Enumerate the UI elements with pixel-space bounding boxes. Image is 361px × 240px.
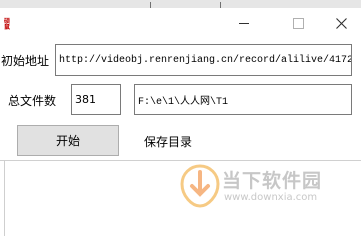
close-icon (336, 17, 347, 29)
save-directory-input[interactable]: F:\e\1\人人网\T1 (134, 84, 352, 115)
minimize-button[interactable] (221, 8, 267, 38)
minimize-icon (239, 22, 249, 24)
start-button[interactable]: 开始 (17, 125, 119, 156)
save-directory-label: 保存目录 (144, 135, 193, 149)
maximize-button[interactable] (275, 8, 321, 38)
app-icon[interactable]: 硕鼠 (2, 19, 12, 31)
watermark-title: 当下软件园 (222, 170, 323, 192)
maximize-icon (292, 17, 304, 29)
watermark-url: www.downxia.com (224, 192, 318, 203)
url-input[interactable]: http://videobj.renrenjiang.cn/record/ali… (55, 44, 352, 76)
url-label: 初始地址 (1, 54, 50, 68)
watermark: 当下软件园 www.downxia.com (178, 160, 361, 236)
title-bar[interactable]: 硕鼠 (0, 8, 361, 38)
close-button[interactable] (322, 8, 361, 38)
file-count-label: 总文件数 (8, 94, 57, 108)
file-count-input[interactable]: 381 (71, 84, 121, 115)
downxia-logo-icon (180, 164, 220, 208)
